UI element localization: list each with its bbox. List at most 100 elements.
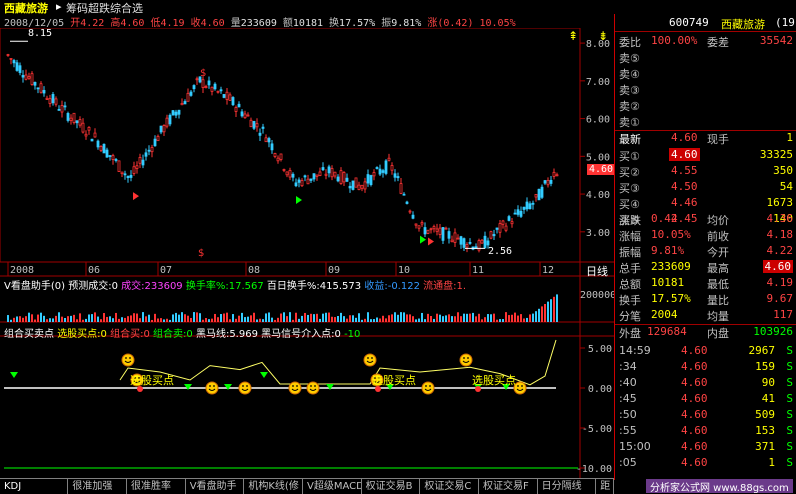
- scroll-down-icon[interactable]: ⇟: [598, 29, 608, 43]
- candle-body: [144, 152, 148, 157]
- smiley-icon: [421, 381, 435, 395]
- indicator-tab[interactable]: 权证交易C: [420, 479, 479, 494]
- indicator-tab[interactable]: 日分隔线: [538, 479, 597, 494]
- volume-bar: [343, 316, 345, 322]
- volume-bar: [7, 315, 9, 322]
- volume-bar: [127, 316, 129, 322]
- candle-body: [207, 80, 211, 86]
- volume-bar: [535, 311, 537, 322]
- candle-body: [117, 160, 121, 172]
- select-buy-point: 选股买点:0: [57, 329, 107, 340]
- candle-body: [24, 74, 28, 80]
- volume-indicator-header: V看盘助手(0) 预测成交:0 成交:233609 换手率%:17.567 百日…: [4, 277, 466, 292]
- sell-triangle: [184, 384, 192, 390]
- volume-bar: [202, 319, 204, 322]
- stat-label: 涨跌: [619, 214, 641, 227]
- quote-side-panel: 600749 西藏旅游 (19) 委比 100.00% 委差 35542 卖⑤ 卖…: [614, 14, 796, 480]
- volume-bar: [16, 316, 18, 322]
- candle-body: [552, 171, 556, 177]
- weibi-row: 委比 100.00% 委差 35542: [615, 34, 796, 50]
- volume-bar: [313, 314, 315, 322]
- combo-sell: 组合卖:0: [153, 329, 193, 340]
- indicator-tab[interactable]: V超级MACD: [303, 479, 362, 494]
- volume-bar: [337, 315, 339, 322]
- volume-bar: [370, 319, 372, 322]
- indicator-tab[interactable]: KDJ: [0, 479, 69, 494]
- buy-level-row: 买③ 4.50 54: [615, 180, 796, 196]
- tick-row: :50 4.60 509 S: [615, 408, 796, 424]
- price-panel-border: [0, 28, 581, 263]
- volume-bar: [532, 313, 534, 322]
- volume-bar: [259, 318, 261, 322]
- period-label[interactable]: 日线: [586, 263, 608, 279]
- smiley-icon: [363, 353, 377, 367]
- candle-body: [6, 54, 10, 56]
- volume-bar: [37, 314, 39, 322]
- indicator-tab[interactable]: 距: [596, 479, 615, 494]
- stat-label: 总额: [619, 278, 641, 291]
- volume-bar: [340, 312, 342, 322]
- tick-time: 14:59: [619, 344, 651, 357]
- volume-bar: [475, 316, 477, 322]
- tick-price: 4.60: [681, 344, 708, 357]
- candle-body: [288, 169, 292, 178]
- sell-level-label: 卖①: [619, 116, 640, 129]
- tick-volume: 153: [755, 424, 775, 437]
- float-shares: 流通盘:1.: [423, 281, 467, 292]
- volume-bar: [193, 312, 195, 322]
- stat-label-2: 今开: [707, 246, 729, 259]
- indicator-tab[interactable]: V看盘助手: [186, 479, 245, 494]
- candle-body: [540, 186, 544, 198]
- volume-bar: [394, 312, 396, 322]
- candle-body: [330, 168, 334, 178]
- volume-bar: [205, 318, 207, 322]
- signal-tick-label: -10.00: [576, 464, 612, 475]
- main-chart[interactable]: $$ 8.007.006.005.004.003.00 2008 06 07 08 09…: [0, 28, 614, 478]
- volume-bar: [28, 312, 30, 322]
- tick-volume: 41: [761, 392, 775, 405]
- indicator-tab[interactable]: 很准胜率: [127, 479, 186, 494]
- smiley-icon: [238, 381, 252, 395]
- stat-label: 总手: [619, 262, 641, 275]
- volume-bar: [172, 314, 174, 322]
- volume-bar: [511, 314, 513, 322]
- candle-body: [402, 193, 406, 196]
- candle-body: [366, 174, 370, 184]
- candle-body: [408, 210, 412, 213]
- tick-volume: 2967: [748, 344, 776, 357]
- volume-bar: [442, 316, 444, 322]
- volume-bar: [268, 312, 270, 322]
- candle-body: [45, 97, 49, 100]
- volume-title[interactable]: V看盘助手(0): [4, 281, 65, 292]
- scroll-up-icon[interactable]: ⇞: [568, 29, 578, 43]
- buy-point-text-3: 选股买点: [472, 374, 516, 387]
- sell-triangle: [260, 372, 268, 378]
- dark-horse-value: -10: [344, 329, 361, 340]
- indicator-tab[interactable]: 权证交易F: [479, 479, 538, 494]
- tick-side: S: [786, 408, 793, 421]
- volume-bar: [295, 312, 297, 322]
- candle-body: [243, 113, 247, 119]
- buy-point-text-2: 选股买点: [372, 374, 416, 387]
- volume-bar: [331, 316, 333, 322]
- indicator-tab[interactable]: 很准加强: [68, 479, 128, 494]
- candle-body: [132, 166, 136, 174]
- volume-bar: [397, 314, 399, 322]
- volume-bar: [46, 319, 48, 322]
- stat-value-2: 4.19: [766, 276, 794, 289]
- volume-bar: [253, 312, 255, 322]
- volume-bar: [79, 313, 81, 322]
- candle-body: [9, 58, 13, 60]
- candle-body: [294, 182, 298, 187]
- candle-body: [30, 73, 34, 85]
- indicator-tab[interactable]: 权证交易B: [362, 479, 421, 494]
- signal-title[interactable]: 组合买卖点: [4, 329, 54, 340]
- candle-body: [489, 231, 493, 239]
- now-label: 现手: [707, 133, 729, 146]
- volume-bar: [358, 313, 360, 322]
- indicator-tab[interactable]: 机构K线(修: [244, 479, 304, 494]
- buy-level-price: 4.50: [671, 180, 698, 193]
- candle-body: [411, 214, 415, 219]
- buy-point-text-1: 选股买点: [130, 374, 174, 387]
- candle-body: [282, 169, 286, 171]
